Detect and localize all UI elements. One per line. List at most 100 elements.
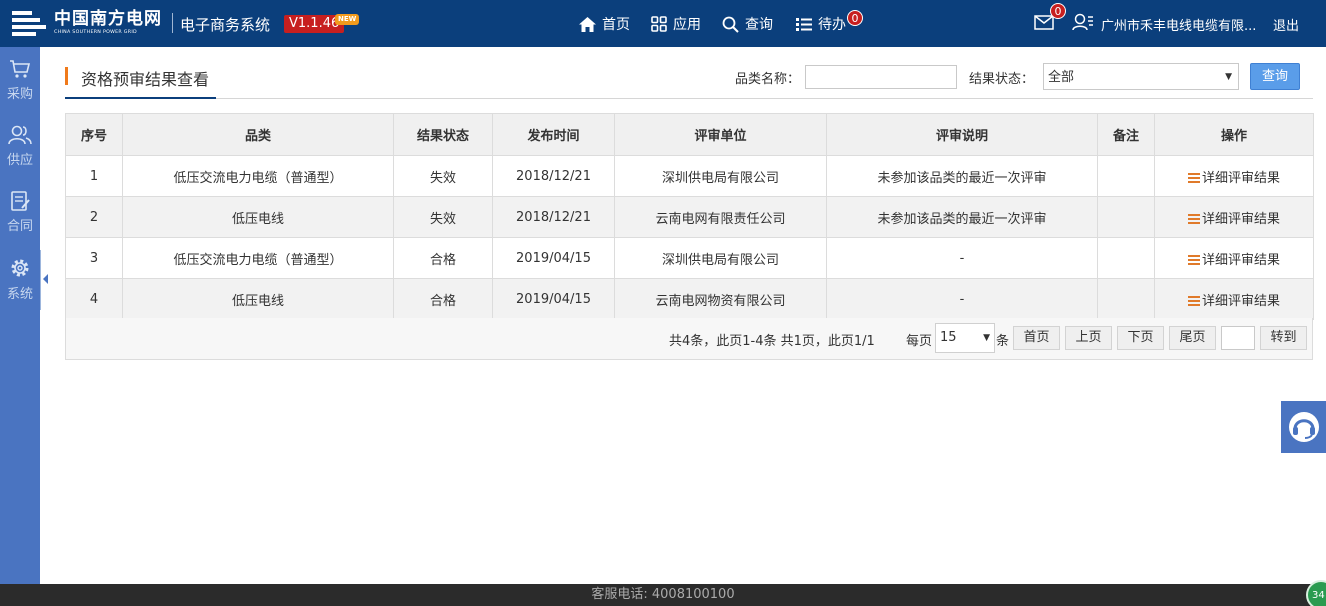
title-accent-bar <box>65 67 68 85</box>
pagination-bar: 共4条，此页1-4条 共1页，此页1/1 每页 15 ▼ 条 首页 上页 下页 … <box>65 318 1313 360</box>
query-button[interactable]: 查询 <box>1250 63 1300 90</box>
sidebar-item-system-label: 系统 <box>6 287 33 302</box>
sidebar-item-contract[interactable]: 合同 <box>0 179 40 239</box>
status-label: 结果状态： <box>969 72 1035 87</box>
sidebar-item-supply[interactable]: 供应 <box>0 113 40 173</box>
cell-unit: 云南电网有限责任公司 <box>614 196 827 238</box>
cart-icon <box>10 60 31 78</box>
cell-note: 未参加该品类的最近一次评审 <box>826 196 1098 238</box>
category-input[interactable] <box>805 65 957 89</box>
cell-category: 低压交流电力电缆（普通型） <box>122 155 394 197</box>
cell-status: 合格 <box>393 237 493 279</box>
cell-action: 详细评审结果 <box>1154 278 1314 320</box>
cell-category: 低压交流电力电缆（普通型） <box>122 237 394 279</box>
logo-chinese-text: 中国南方电网 <box>54 9 162 29</box>
contract-icon <box>11 191 30 211</box>
service-phone: 客服电话: 4008100100 <box>591 587 735 602</box>
sidebar-item-contract-label: 合同 <box>6 219 33 234</box>
cell-note: - <box>826 278 1098 320</box>
detail-result-link[interactable]: 详细评审结果 <box>1187 211 1280 227</box>
top-header: 中国南方电网 CHINA SOUTHERN POWER GRID 电子商务系统 … <box>0 0 1326 47</box>
mail-icon[interactable] <box>1034 15 1054 30</box>
user-name[interactable]: 广州市禾丰电线电缆有限... <box>1101 15 1256 34</box>
nav-todo-label: 待办 <box>818 17 846 33</box>
customer-service-button[interactable] <box>1281 401 1326 453</box>
first-page-button[interactable]: 首页 <box>1013 326 1060 350</box>
per-page-select[interactable]: 15 ▼ <box>935 323 995 353</box>
table-row: 3 低压交流电力电缆（普通型） 合格 2019/04/15 深圳供电局有限公司 … <box>65 237 1314 279</box>
detail-result-label: 详细评审结果 <box>1201 170 1280 186</box>
todo-count-badge: 0 <box>847 10 863 26</box>
chevron-down-icon: ▼ <box>983 333 990 343</box>
sidebar-item-purchase[interactable]: 采购 <box>0 47 40 107</box>
cell-unit: 云南电网物资有限公司 <box>614 278 827 320</box>
col-header-unit: 评审单位 <box>614 113 827 156</box>
table-row: 4 低压电线 合格 2019/04/15 云南电网物资有限公司 - 详细评审结果 <box>65 278 1314 320</box>
list-icon <box>796 17 812 31</box>
pagination-summary: 共4条，此页1-4条 共1页，此页1/1 <box>669 334 875 349</box>
logout-link[interactable]: 退出 <box>1273 15 1299 34</box>
list-icon <box>1187 213 1200 224</box>
mail-count-badge: 0 <box>1050 3 1066 19</box>
footer-bar: 客服电话: 4008100100 <box>0 584 1326 606</box>
result-table: 序号 品类 结果状态 发布时间 评审单位 评审说明 备注 操作 1 低压交流电力… <box>65 113 1314 320</box>
cell-status: 合格 <box>393 278 493 320</box>
csg-logo[interactable]: 中国南方电网 CHINA SOUTHERN POWER GRID <box>12 9 162 37</box>
col-header-no: 序号 <box>65 113 123 156</box>
cell-remark <box>1097 196 1155 238</box>
new-badge: NEW <box>335 14 360 25</box>
table-header-row: 序号 品类 结果状态 发布时间 评审单位 评审说明 备注 操作 <box>65 113 1314 156</box>
last-page-button[interactable]: 尾页 <box>1169 326 1216 350</box>
user-icon <box>1072 13 1093 31</box>
col-header-note: 评审说明 <box>826 113 1098 156</box>
cell-remark <box>1097 278 1155 320</box>
nav-query[interactable]: 查询 <box>722 14 773 34</box>
detail-result-link[interactable]: 详细评审结果 <box>1187 170 1280 186</box>
sidebar-collapse-handle[interactable] <box>40 250 52 310</box>
header-divider <box>172 13 173 33</box>
main-content: 资格预审结果查看 品类名称： 结果状态： 全部 ▼ 查询 序号 品类 结果状态 … <box>52 47 1326 584</box>
nav-query-label: 查询 <box>745 17 773 33</box>
detail-result-link[interactable]: 详细评审结果 <box>1187 252 1280 268</box>
system-name: 电子商务系统 <box>180 16 271 34</box>
sidebar-item-system[interactable]: 系统 <box>0 245 40 305</box>
corner-badge[interactable]: 34 <box>1306 580 1326 606</box>
list-icon <box>1187 172 1200 183</box>
detail-result-label: 详细评审结果 <box>1201 252 1280 268</box>
cell-date: 2018/12/21 <box>492 155 615 197</box>
cell-date: 2019/04/15 <box>492 278 615 320</box>
search-icon <box>722 16 739 33</box>
per-page-label: 每页 <box>906 334 933 349</box>
goto-button[interactable]: 转到 <box>1260 326 1307 350</box>
cell-remark <box>1097 155 1155 197</box>
cell-date: 2018/12/21 <box>492 196 615 238</box>
title-underline <box>65 97 216 99</box>
chevron-down-icon: ▼ <box>1225 72 1232 82</box>
goto-page-input[interactable] <box>1221 326 1255 350</box>
nav-todo[interactable]: 待办 <box>796 14 846 34</box>
logo-english-text: CHINA SOUTHERN POWER GRID <box>54 29 137 35</box>
status-select-value: 全部 <box>1048 70 1075 85</box>
cell-note: - <box>826 237 1098 279</box>
page-title: 资格预审结果查看 <box>81 70 210 89</box>
cell-action: 详细评审结果 <box>1154 155 1314 197</box>
cell-unit: 深圳供电局有限公司 <box>614 237 827 279</box>
sidebar-item-supply-label: 供应 <box>6 153 33 168</box>
prev-page-button[interactable]: 上页 <box>1065 326 1112 350</box>
detail-result-link[interactable]: 详细评审结果 <box>1187 294 1280 309</box>
category-label: 品类名称： <box>735 72 801 87</box>
table-row: 1 低压交流电力电缆（普通型） 失效 2018/12/21 深圳供电局有限公司 … <box>65 155 1314 197</box>
detail-result-label: 详细评审结果 <box>1201 211 1280 227</box>
apps-icon <box>651 16 667 32</box>
csg-logo-mark-icon <box>12 9 50 37</box>
sidebar: 采购 供应 合同 系统 <box>0 47 40 584</box>
cell-unit: 深圳供电局有限公司 <box>614 155 827 197</box>
col-header-status: 结果状态 <box>393 113 493 156</box>
cell-remark <box>1097 237 1155 279</box>
cell-category: 低压电线 <box>122 278 394 320</box>
cell-action: 详细评审结果 <box>1154 196 1314 238</box>
nav-apps[interactable]: 应用 <box>651 14 701 34</box>
status-select[interactable]: 全部 ▼ <box>1043 63 1239 90</box>
nav-home[interactable]: 首页 <box>579 14 630 34</box>
next-page-button[interactable]: 下页 <box>1117 326 1164 350</box>
